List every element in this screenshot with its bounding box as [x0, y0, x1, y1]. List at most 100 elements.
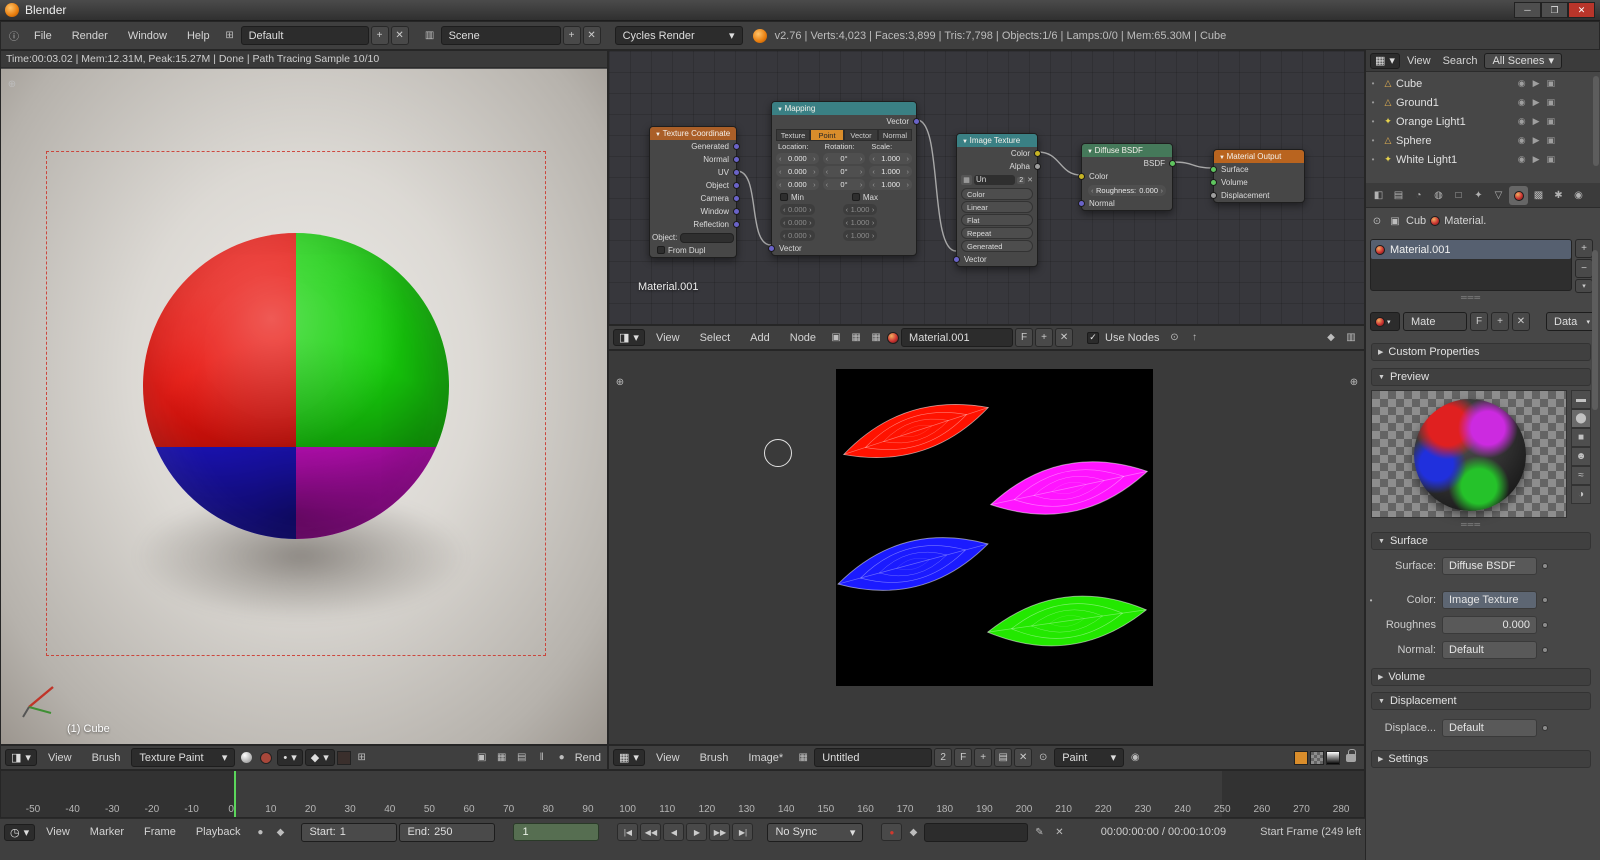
material-slot-active[interactable]: Material.001 — [1371, 240, 1571, 259]
playblast-icon[interactable]: ▤ — [513, 749, 531, 767]
visibility-icon[interactable]: ◉ — [1518, 78, 1526, 89]
tab-render-layers[interactable]: ▤ — [1389, 186, 1408, 205]
min-y[interactable]: 0.000 — [780, 217, 815, 228]
tab-world[interactable]: ◍ — [1429, 186, 1448, 205]
max-z[interactable]: 1.000 — [842, 230, 878, 241]
interpolation-select[interactable]: Linear — [961, 201, 1033, 213]
socket[interactable] — [1169, 160, 1176, 167]
color-input-selector[interactable]: Image Texture — [1442, 591, 1537, 609]
disclosure-dot[interactable]: • — [1366, 79, 1380, 88]
visibility-icon[interactable]: ◉ — [1518, 135, 1526, 146]
socket[interactable] — [733, 221, 740, 228]
add-scene-button[interactable]: + — [562, 26, 581, 45]
outliner-item-white-light1[interactable]: • ✦ White Light1 ◉ ▶ ▣ — [1366, 150, 1600, 169]
node-texture-coordinate[interactable]: Texture Coordinate Generated Normal UV O… — [649, 126, 740, 258]
prev-keyframe-button[interactable]: ◀◀ — [640, 823, 662, 841]
render-button[interactable]: Rend — [573, 752, 603, 764]
menu-search[interactable]: Search — [1438, 55, 1483, 67]
tab-object[interactable]: □ — [1449, 186, 1468, 205]
scale-z[interactable]: 1.000 — [869, 179, 913, 190]
socket[interactable] — [1078, 200, 1085, 207]
source-select[interactable]: Generated — [961, 240, 1033, 252]
layers-icon[interactable]: ⊞ — [353, 749, 371, 767]
material-datablock[interactable]: Material.001 — [901, 328, 1014, 347]
mode-selector[interactable]: Texture Paint ▾ — [131, 748, 236, 767]
outliner-item-ground1[interactable]: • △ Ground1 ◉ ▶ ▣ — [1366, 93, 1600, 112]
scale-x[interactable]: 1.000 — [869, 153, 913, 164]
play-button[interactable]: ▶ — [686, 823, 708, 841]
keying-set-field[interactable] — [924, 822, 1029, 842]
pin-icon[interactable]: ⊙ — [1165, 329, 1183, 347]
display-filter-selector[interactable]: All Scenes ▾ — [1484, 52, 1562, 69]
delete-keyframe-icon[interactable]: ✕ — [1050, 823, 1068, 841]
play-reverse-button[interactable]: ◀ — [663, 823, 685, 841]
node-header[interactable]: Material Output — [1214, 150, 1304, 163]
max-checkbox[interactable] — [851, 192, 860, 201]
mode-normal[interactable]: Normal — [878, 128, 912, 141]
socket[interactable] — [733, 195, 740, 202]
alpha-checker-icon[interactable] — [1310, 750, 1324, 765]
properties-scrollbar[interactable] — [1592, 250, 1598, 410]
rot-y[interactable]: 0° — [822, 166, 866, 177]
material-link-selector[interactable]: Data ▾ — [1546, 312, 1598, 331]
section-displacement[interactable]: ▼ Displacement — [1371, 692, 1591, 710]
socket[interactable] — [1210, 179, 1217, 186]
render-animation-icon[interactable]: ▦ — [493, 749, 511, 767]
preview-hair-button[interactable]: ≈ — [1571, 466, 1591, 485]
menu-node[interactable]: Node — [781, 332, 825, 344]
node-diffuse-bsdf[interactable]: Diffuse BSDF BSDF Color Roughness: 0.000… — [1078, 143, 1176, 211]
delete-scene-button[interactable]: ✕ — [582, 26, 601, 45]
normal-input-selector[interactable]: Default — [1442, 641, 1537, 659]
menu-brush[interactable]: Brush — [83, 752, 130, 764]
max-x[interactable]: 1.000 — [842, 204, 878, 215]
image-datablock[interactable]: Un — [974, 175, 1016, 185]
menu-frame[interactable]: Frame — [135, 826, 185, 838]
menu-file[interactable]: File — [25, 30, 61, 42]
color-space-select[interactable]: Color — [961, 188, 1033, 200]
scene-selector[interactable]: Scene — [440, 26, 561, 45]
menu-view[interactable]: View — [1402, 55, 1436, 67]
scene-icon[interactable]: ▥ — [421, 27, 439, 45]
image-icon[interactable]: ▦ — [961, 175, 972, 185]
socket[interactable] — [733, 182, 740, 189]
socket[interactable] — [1210, 166, 1217, 173]
menu-select[interactable]: Select — [691, 332, 740, 344]
tab-physics[interactable]: ◉ — [1569, 186, 1588, 205]
min-checkbox[interactable] — [780, 192, 788, 201]
pause-icon[interactable]: ‖ — [533, 749, 551, 767]
renderability-icon[interactable]: ▣ — [1546, 97, 1555, 108]
section-surface[interactable]: ▼ Surface — [1371, 532, 1591, 550]
preview-resize-grip[interactable]: ═══ — [1461, 520, 1481, 529]
image-mode-selector[interactable]: Paint ▾ — [1054, 748, 1125, 767]
mode-vector[interactable]: Vector — [844, 128, 878, 141]
image-users-count[interactable]: 2 — [1017, 176, 1026, 184]
uv-color-swatch-icon[interactable] — [1294, 750, 1308, 765]
node-mapping[interactable]: Mapping Vector Texture Point Vector Norm… — [768, 101, 920, 256]
maximize-button[interactable]: ❐ — [1541, 2, 1568, 18]
section-settings[interactable]: ▶ Settings — [1371, 750, 1591, 768]
section-volume[interactable]: ▶ Volume — [1371, 668, 1591, 686]
loc-y[interactable]: 0.000 — [776, 166, 819, 177]
snap-selector[interactable]: ◆ ▾ — [304, 749, 335, 766]
screen-layout-icon[interactable]: ⊞ — [221, 27, 239, 45]
tab-modifiers[interactable]: ✦ — [1469, 186, 1488, 205]
snap-icon[interactable]: ◆ — [1322, 329, 1340, 347]
object-field[interactable] — [680, 232, 734, 243]
outliner-item-orange-light1[interactable]: • ✦ Orange Light1 ◉ ▶ ▣ — [1366, 112, 1600, 131]
record-button[interactable]: ● — [881, 823, 903, 841]
socket[interactable] — [733, 143, 740, 150]
tab-render[interactable]: ◧ — [1369, 186, 1388, 205]
sync-mode-selector[interactable]: No Sync ▾ — [767, 822, 864, 842]
painted-image-canvas[interactable] — [836, 369, 1153, 686]
roughness-field[interactable]: 0.000 — [1442, 616, 1537, 634]
socket[interactable] — [1210, 192, 1217, 199]
renderability-icon[interactable]: ▣ — [1546, 154, 1555, 165]
surface-shader-selector[interactable]: Diffuse BSDF — [1442, 557, 1537, 575]
menu-view[interactable]: View — [647, 752, 689, 764]
image-editor[interactable]: ⊕ ⊕ — [608, 350, 1365, 745]
fake-user-button[interactable]: F — [1470, 312, 1488, 331]
socket[interactable] — [1034, 150, 1041, 157]
breadcrumb-material[interactable]: Material. — [1444, 215, 1486, 227]
list-resize-grip[interactable]: ═══ — [1461, 293, 1481, 302]
disclosure-dot[interactable]: • — [1366, 117, 1380, 126]
